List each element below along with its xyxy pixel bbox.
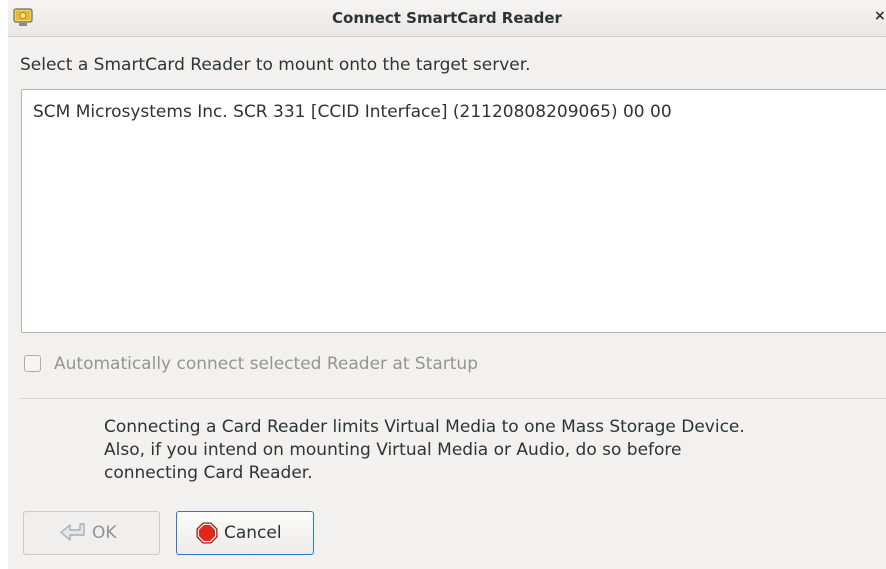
- ok-button[interactable]: OK: [23, 511, 160, 555]
- smartcard-dialog: Connect SmartCard Reader × Select a Smar…: [8, 0, 886, 569]
- ok-label: OK: [92, 523, 117, 543]
- select-reader-prompt: Select a SmartCard Reader to mount onto …: [20, 55, 531, 75]
- cancel-label: Cancel: [224, 523, 282, 543]
- note-line: connecting Card Reader.: [104, 463, 313, 483]
- stop-icon: [196, 522, 218, 544]
- separator: [20, 398, 886, 399]
- note-line: Connecting a Card Reader limits Virtual …: [104, 417, 745, 437]
- auto-connect-checkbox[interactable]: [24, 355, 41, 372]
- note-line: Also, if you intend on mounting Virtual …: [104, 440, 682, 460]
- title-bar[interactable]: Connect SmartCard Reader ×: [8, 0, 886, 37]
- card-reader-note: Connecting a Card Reader limits Virtual …: [104, 416, 886, 485]
- list-item[interactable]: SCM Microsystems Inc. SCR 331 [CCID Inte…: [33, 102, 672, 122]
- reader-list[interactable]: SCM Microsystems Inc. SCR 331 [CCID Inte…: [21, 89, 886, 333]
- close-icon[interactable]: ×: [874, 8, 886, 24]
- auto-connect-label: Automatically connect selected Reader at…: [54, 354, 478, 374]
- cancel-button[interactable]: Cancel: [176, 511, 314, 555]
- ok-return-icon: [60, 523, 85, 541]
- window-title: Connect SmartCard Reader: [332, 9, 562, 27]
